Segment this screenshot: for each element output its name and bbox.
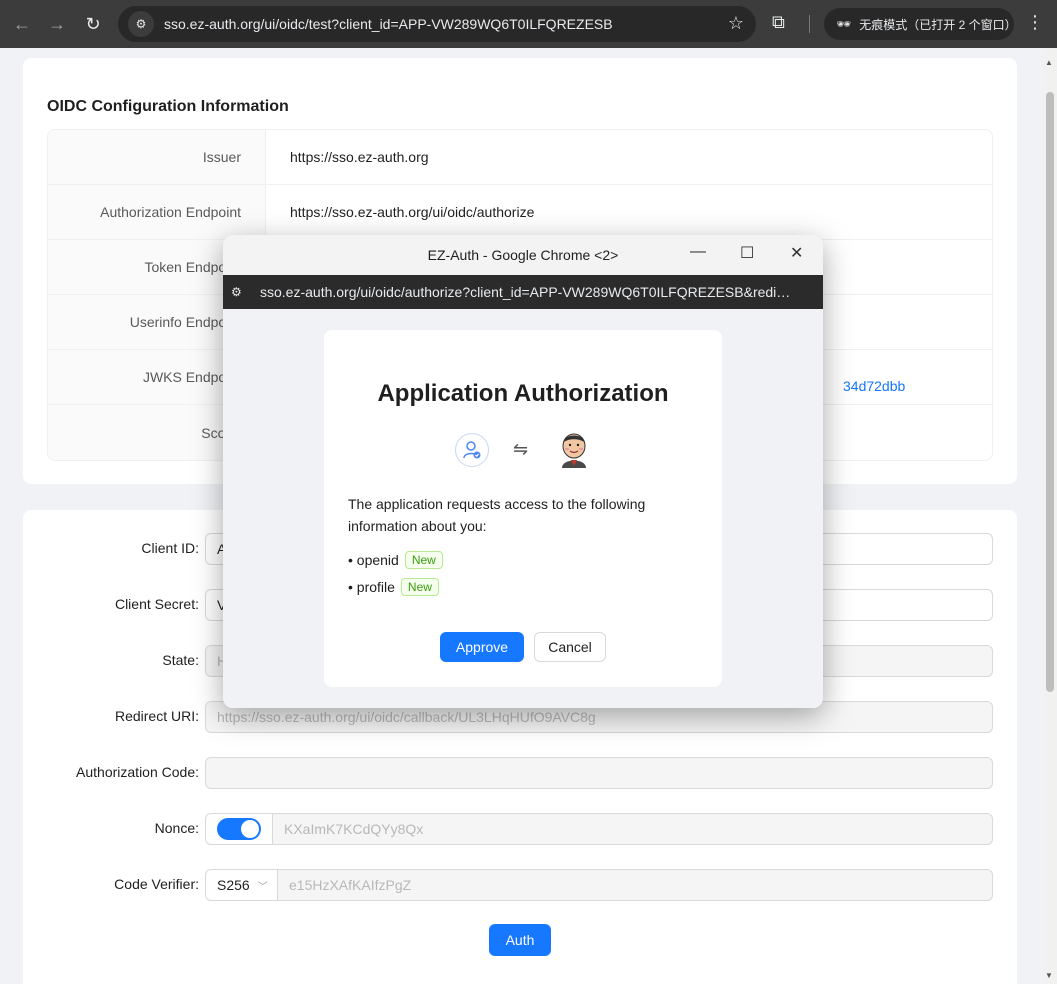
cancel-button[interactable]: Cancel: [534, 632, 606, 662]
consent-title: Application Authorization: [377, 380, 669, 407]
client-id-label: Client ID:: [141, 540, 199, 556]
popup-window-title: EZ-Auth - Google Chrome <2>: [427, 247, 619, 263]
swap-arrows-icon: ⇋: [513, 439, 529, 459]
nonce-input: KXaImK7KCdQYy8Qx: [272, 813, 993, 845]
code-verifier-label: Code Verifier:: [114, 876, 199, 892]
bookmark-star-icon[interactable]: ☆: [728, 13, 744, 34]
row-label: Authorization Endpoint: [48, 185, 266, 239]
authorization-code-input: [205, 757, 993, 789]
user-avatar-icon: [455, 433, 489, 467]
row-value: https://sso.ez-auth.org: [290, 149, 429, 165]
maximize-icon[interactable]: ☐: [740, 243, 754, 263]
site-info-icon[interactable]: ⚙: [231, 285, 251, 299]
jwks-endpoint-link[interactable]: 34d72dbb: [843, 378, 905, 394]
address-url[interactable]: sso.ez-auth.org/ui/oidc/test?client_id=A…: [164, 16, 613, 32]
code-verifier-row: Code Verifier: S256 ﹀ e15HzXAfKAIfzPgZ: [23, 869, 1017, 901]
scroll-up-icon[interactable]: ▲: [1045, 58, 1053, 67]
redirect-uri-label: Redirect URI:: [114, 708, 199, 724]
select-value: S256: [217, 877, 250, 893]
scroll-thumb[interactable]: [1046, 92, 1054, 692]
new-badge: New: [404, 551, 443, 569]
chevron-down-icon: ﹀: [257, 881, 268, 893]
browser-menu-icon[interactable]: ⋮: [1026, 12, 1044, 33]
authorization-popup-window: EZ-Auth - Google Chrome <2> — ☐ ✕ ⚙ sso.…: [223, 235, 823, 708]
scope-name: • openid: [348, 552, 399, 568]
code-verifier-input: e15HzXAfKAIfzPgZ: [277, 869, 993, 901]
minimize-icon[interactable]: —: [690, 243, 706, 261]
consent-message: The application requests access to the f…: [348, 496, 646, 534]
forward-icon[interactable]: →: [39, 6, 75, 42]
reload-icon[interactable]: ↻: [75, 6, 111, 42]
close-icon[interactable]: ✕: [790, 243, 803, 263]
card-title: OIDC Configuration Information: [47, 98, 289, 115]
row-label: Issuer: [48, 130, 266, 184]
back-icon[interactable]: ←: [4, 6, 40, 42]
popup-address-bar: ⚙ sso.ez-auth.org/ui/oidc/authorize?clie…: [223, 275, 823, 309]
popup-body: Application Authorization ⇋ The applicat…: [223, 309, 823, 708]
consent-card: Application Authorization ⇋ The applicat…: [324, 330, 722, 687]
table-row: Issuer https://sso.ez-auth.org: [48, 130, 992, 185]
extensions-icon[interactable]: ⧉: [772, 12, 785, 33]
nonce-label: Nonce:: [154, 820, 199, 836]
browser-toolbar: ← → ↻ ⚙ sso.ez-auth.org/ui/oidc/test?cli…: [0, 0, 1057, 48]
toolbar-divider: [809, 15, 810, 33]
scope-item-openid: • openid New: [348, 551, 443, 569]
incognito-indicator[interactable]: 🕶 无痕模式（已打开 2 个窗口）: [824, 8, 1017, 40]
table-row: Authorization Endpoint https://sso.ez-au…: [48, 185, 992, 240]
popup-titlebar: EZ-Auth - Google Chrome <2> — ☐ ✕: [223, 235, 823, 275]
approve-button[interactable]: Approve: [440, 632, 524, 662]
application-logo-icon: [556, 430, 592, 470]
incognito-icon: 🕶: [836, 17, 852, 31]
nonce-row: Nonce: KXaImK7KCdQYy8Qx: [23, 813, 1017, 845]
scope-item-profile: • profile New: [348, 578, 439, 596]
code-challenge-method-select[interactable]: S256 ﹀: [205, 869, 278, 901]
nonce-toggle-wrap: [205, 813, 273, 845]
address-bar[interactable]: ⚙ sso.ez-auth.org/ui/oidc/test?client_id…: [118, 6, 756, 42]
site-info-icon[interactable]: ⚙: [128, 11, 154, 37]
state-label: State:: [162, 652, 199, 668]
page-scrollbar[interactable]: ▲ ▼: [1043, 48, 1057, 984]
new-badge: New: [400, 578, 439, 596]
nonce-toggle[interactable]: [217, 818, 261, 840]
row-value: https://sso.ez-auth.org/ui/oidc/authoriz…: [290, 204, 535, 220]
client-secret-label: Client Secret:: [114, 596, 199, 612]
popup-url: sso.ez-auth.org/ui/oidc/authorize?client…: [260, 284, 791, 300]
authorization-code-label: Authorization Code:: [76, 764, 199, 780]
incognito-label: 无痕模式（已打开 2 个窗口）: [859, 17, 1017, 32]
scope-name: • profile: [348, 579, 395, 595]
scroll-down-icon[interactable]: ▼: [1045, 971, 1053, 980]
auth-button[interactable]: Auth: [489, 924, 551, 956]
authorization-code-row: Authorization Code:: [23, 757, 1017, 789]
